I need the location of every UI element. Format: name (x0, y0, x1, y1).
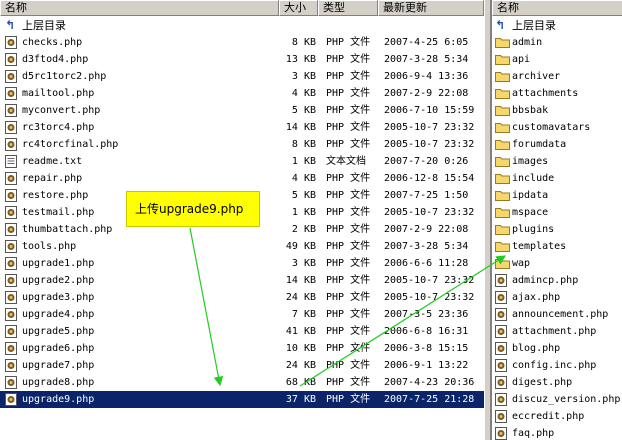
upload-arrow (299, 255, 507, 387)
callout-arrow (189, 227, 224, 387)
annotation-arrows (189, 227, 507, 387)
